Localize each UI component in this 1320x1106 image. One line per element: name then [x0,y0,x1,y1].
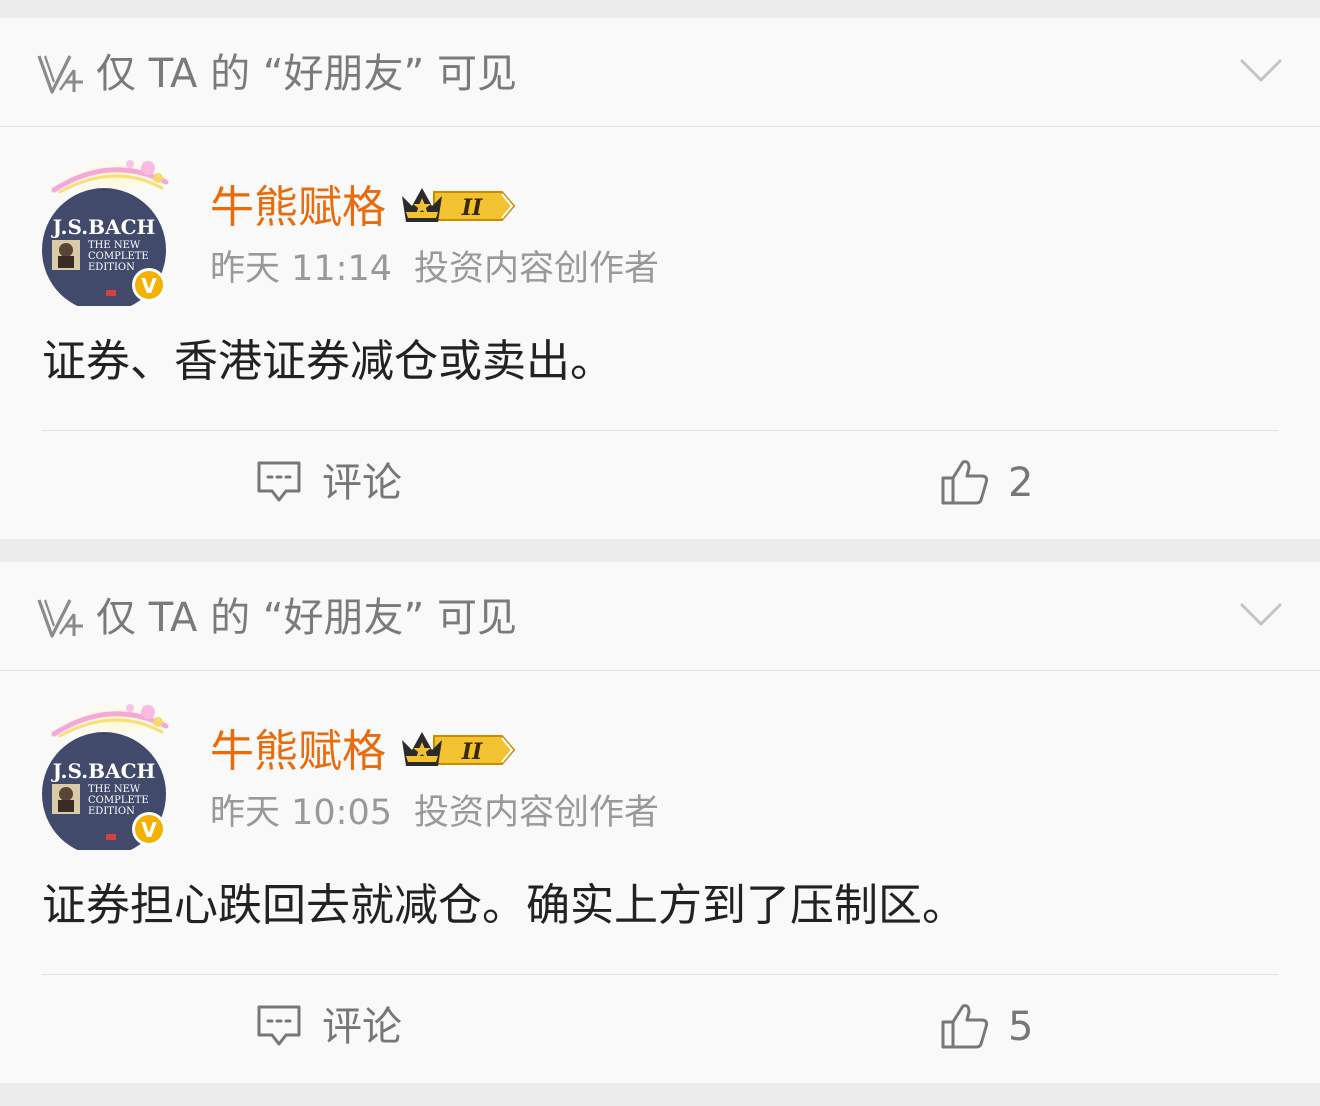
comment-icon[interactable] [256,1004,302,1048]
avatar[interactable]: J.S.BACH THE NEW COMPLETE EDITION V [40,146,180,306]
weibo-post: 仅 TA 的 “好朋友” 可见 J.S.BACH THE NEW COMPLET… [0,562,1320,1083]
author-tag: 投资内容创作者 [414,249,660,289]
avatar-title: J.S.BACH [51,215,156,239]
chevron-down-icon[interactable] [1240,602,1282,628]
post-content[interactable]: 证券担心跌回去就减仓。确实上方到了压制区。 [42,878,966,934]
avatar-title: J.S.BACH [51,759,156,783]
visibility-bar[interactable]: 仅 TA 的 “好朋友” 可见 [0,18,1320,127]
post-time: 昨天 10:05 [210,793,392,833]
verified-icon: V [141,818,157,842]
verified-icon: V [141,274,157,298]
member-level: II [461,739,483,765]
post-meta: 昨天 11:14 投资内容创作者 [210,246,659,292]
thumbs-up-icon[interactable] [940,1002,990,1050]
visibility-bar[interactable]: 仅 TA 的 “好朋友” 可见 [0,562,1320,671]
author-name[interactable]: 牛熊赋格 [210,724,386,780]
avatar[interactable]: J.S.BACH THE NEW COMPLETE EDITION V [40,690,180,850]
avatar-line2: THE NEW [88,240,141,251]
avatar-line2: THE NEW [88,784,141,795]
like-count[interactable]: 2 [1008,458,1033,508]
comment-icon[interactable] [256,460,302,504]
author-name[interactable]: 牛熊赋格 [210,180,386,236]
avatar-line3: COMPLETE [88,251,149,262]
friends-only-icon [37,599,83,638]
weibo-post: 仅 TA 的 “好朋友” 可见 J.S.BACH THE NEW COMPLET… [0,18,1320,539]
visibility-label: 仅 TA 的 “好朋友” 可见 [96,51,517,97]
visibility-label: 仅 TA 的 “好朋友” 可见 [96,595,517,641]
divider [42,430,1278,431]
comment-button[interactable]: 评论 [322,458,402,508]
post-time: 昨天 11:14 [210,249,392,289]
post-meta: 昨天 10:05 投资内容创作者 [210,790,659,836]
author-tag: 投资内容创作者 [414,793,660,833]
friends-only-icon [37,55,83,94]
chevron-down-icon[interactable] [1240,58,1282,84]
crown-icon[interactable]: II [398,182,518,230]
like-count[interactable]: 5 [1008,1002,1033,1052]
post-content[interactable]: 证券、香港证券减仓或卖出。 [42,334,614,390]
comment-button[interactable]: 评论 [322,1002,402,1052]
thumbs-up-icon[interactable] [940,458,990,506]
avatar-line4: EDITION [88,262,135,273]
divider [42,974,1278,975]
member-level: II [461,195,483,221]
crown-icon[interactable]: II [398,726,518,774]
avatar-line3: COMPLETE [88,795,149,806]
avatar-line4: EDITION [88,806,135,817]
